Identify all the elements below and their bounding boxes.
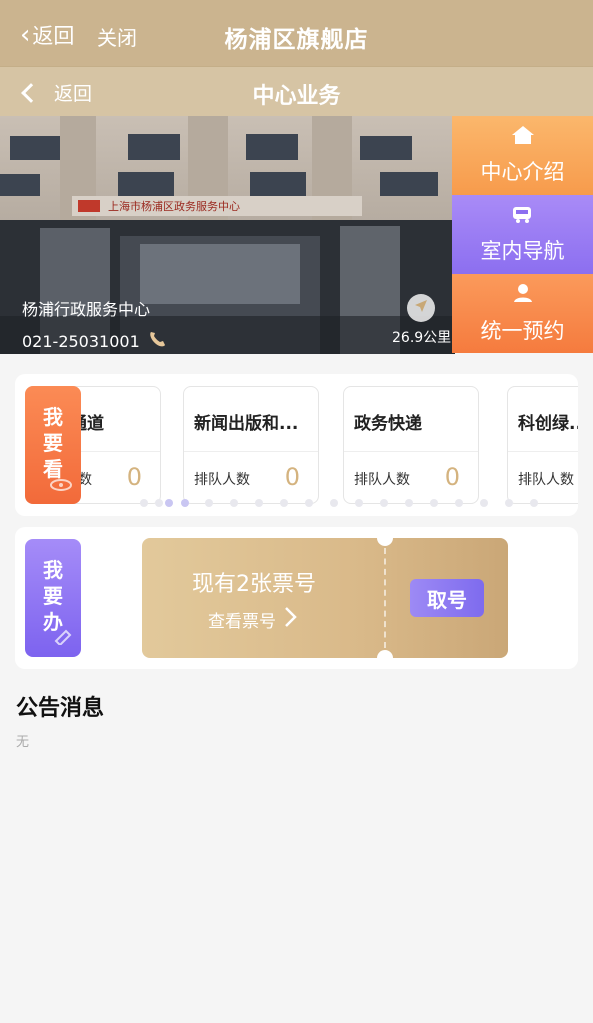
carousel-dots (15, 499, 578, 507)
carousel-dot (330, 499, 338, 507)
center-intro-label: 中心介绍 (480, 160, 565, 184)
queue-label: 排队人数 (194, 472, 250, 488)
carousel-dot (140, 499, 148, 507)
queue-label: 排队人数 (518, 472, 574, 488)
pen-icon (53, 625, 73, 651)
notice-empty-text: 无 (16, 735, 30, 750)
phone-number: 021-25031001 (22, 331, 140, 351)
side-menu: 中心介绍 室内导航 统一预约 (452, 116, 593, 354)
navigation-arrow-icon (413, 298, 429, 318)
queue-label: 排队人数 (354, 472, 410, 488)
ticket-notch (377, 538, 393, 546)
carousel-dot (305, 499, 313, 507)
sub-header: 返回 中心业务 (0, 66, 593, 116)
distance-label: 26.9公里 (392, 330, 452, 346)
service-card-press-publishing[interactable]: 新闻出版和... 排队人数 0 (183, 386, 319, 504)
look-section-card: 绿色通道 排队人数 0 新闻出版和... 排队人数 0 政务快递 排队人数 0 … (15, 374, 578, 516)
queue-count: 0 (126, 463, 142, 491)
divider (344, 451, 478, 452)
navigate-button[interactable] (407, 294, 435, 322)
bus-icon (511, 204, 535, 229)
take-number-button[interactable]: 取号 (410, 579, 484, 617)
carousel-dot (255, 499, 263, 507)
person-pin-icon (511, 282, 535, 309)
view-tickets-label: 查看票号 (208, 612, 276, 632)
carousel-dot (230, 499, 238, 507)
home-icon (511, 125, 535, 150)
indoor-nav-button[interactable]: 室内导航 (452, 195, 593, 274)
carousel-dot (380, 499, 388, 507)
tag-char: 我 (43, 405, 63, 429)
page-title: 杨浦区旗舰店 (224, 27, 369, 53)
carousel-dot (505, 499, 513, 507)
carousel-dot (530, 499, 538, 507)
service-name: 政务快递 (354, 414, 422, 434)
unified-booking-label: 统一预约 (480, 319, 565, 343)
tag-char: 要 (43, 584, 63, 608)
queue-count: 0 (444, 463, 460, 491)
ticket-card[interactable]: 现有2张票号 查看票号 取号 (142, 538, 508, 658)
indoor-nav-label: 室内导航 (480, 239, 565, 263)
center-phone[interactable]: 021-25031001 (22, 330, 168, 352)
service-card-gov-express[interactable]: 政务快递 排队人数 0 (343, 386, 479, 504)
carousel-dot (405, 499, 413, 507)
queue-count: 0 (284, 463, 300, 491)
ticket-perforation (384, 548, 386, 648)
carousel-dot (455, 499, 463, 507)
chevron-right-icon (284, 606, 298, 633)
service-card-sci-tech[interactable]: 科创绿... 排队人数 0 (507, 386, 578, 504)
carousel-dot-active (181, 499, 189, 507)
ticket-notch (377, 650, 393, 658)
unified-booking-button[interactable]: 统一预约 (452, 274, 593, 353)
notice-title: 公告消息 (16, 696, 105, 721)
phone-icon (148, 330, 168, 352)
carousel-dot (155, 499, 163, 507)
center-intro-button[interactable]: 中心介绍 (452, 116, 593, 195)
carousel-dot (205, 499, 213, 507)
carousel-dot (355, 499, 363, 507)
service-name: 科创绿... (518, 414, 578, 434)
divider (184, 451, 318, 452)
carousel-dot (480, 499, 488, 507)
carousel-dot (280, 499, 288, 507)
divider (508, 451, 578, 452)
top-bar: ‹ 返回 关闭 杨浦区旗舰店 (0, 0, 593, 66)
view-tickets-link[interactable]: 查看票号 (208, 606, 298, 633)
ticket-count-text: 现有2张票号 (192, 572, 316, 597)
carousel-dot-active (165, 499, 173, 507)
center-name: 杨浦行政服务中心 (22, 300, 151, 319)
do-section-card: 我 要 办 现有2张票号 查看票号 取号 (15, 527, 578, 669)
i-want-to-handle-tag: 我 要 办 (25, 539, 81, 657)
tag-char: 要 (43, 431, 63, 455)
carousel-dot (430, 499, 438, 507)
section-title: 中心业务 (252, 84, 341, 109)
tag-char: 我 (43, 558, 63, 582)
eye-icon (49, 472, 73, 498)
service-name: 新闻出版和... (194, 414, 299, 434)
building-sign-text: 上海市杨浦区政务服务中心 (108, 199, 240, 213)
i-want-to-see-tag: 我 要 看 (25, 386, 81, 504)
center-info: 杨浦行政服务中心 021-25031001 (22, 296, 168, 352)
service-carousel[interactable]: 绿色通道 排队人数 0 新闻出版和... 排队人数 0 政务快递 排队人数 0 … (25, 386, 578, 504)
